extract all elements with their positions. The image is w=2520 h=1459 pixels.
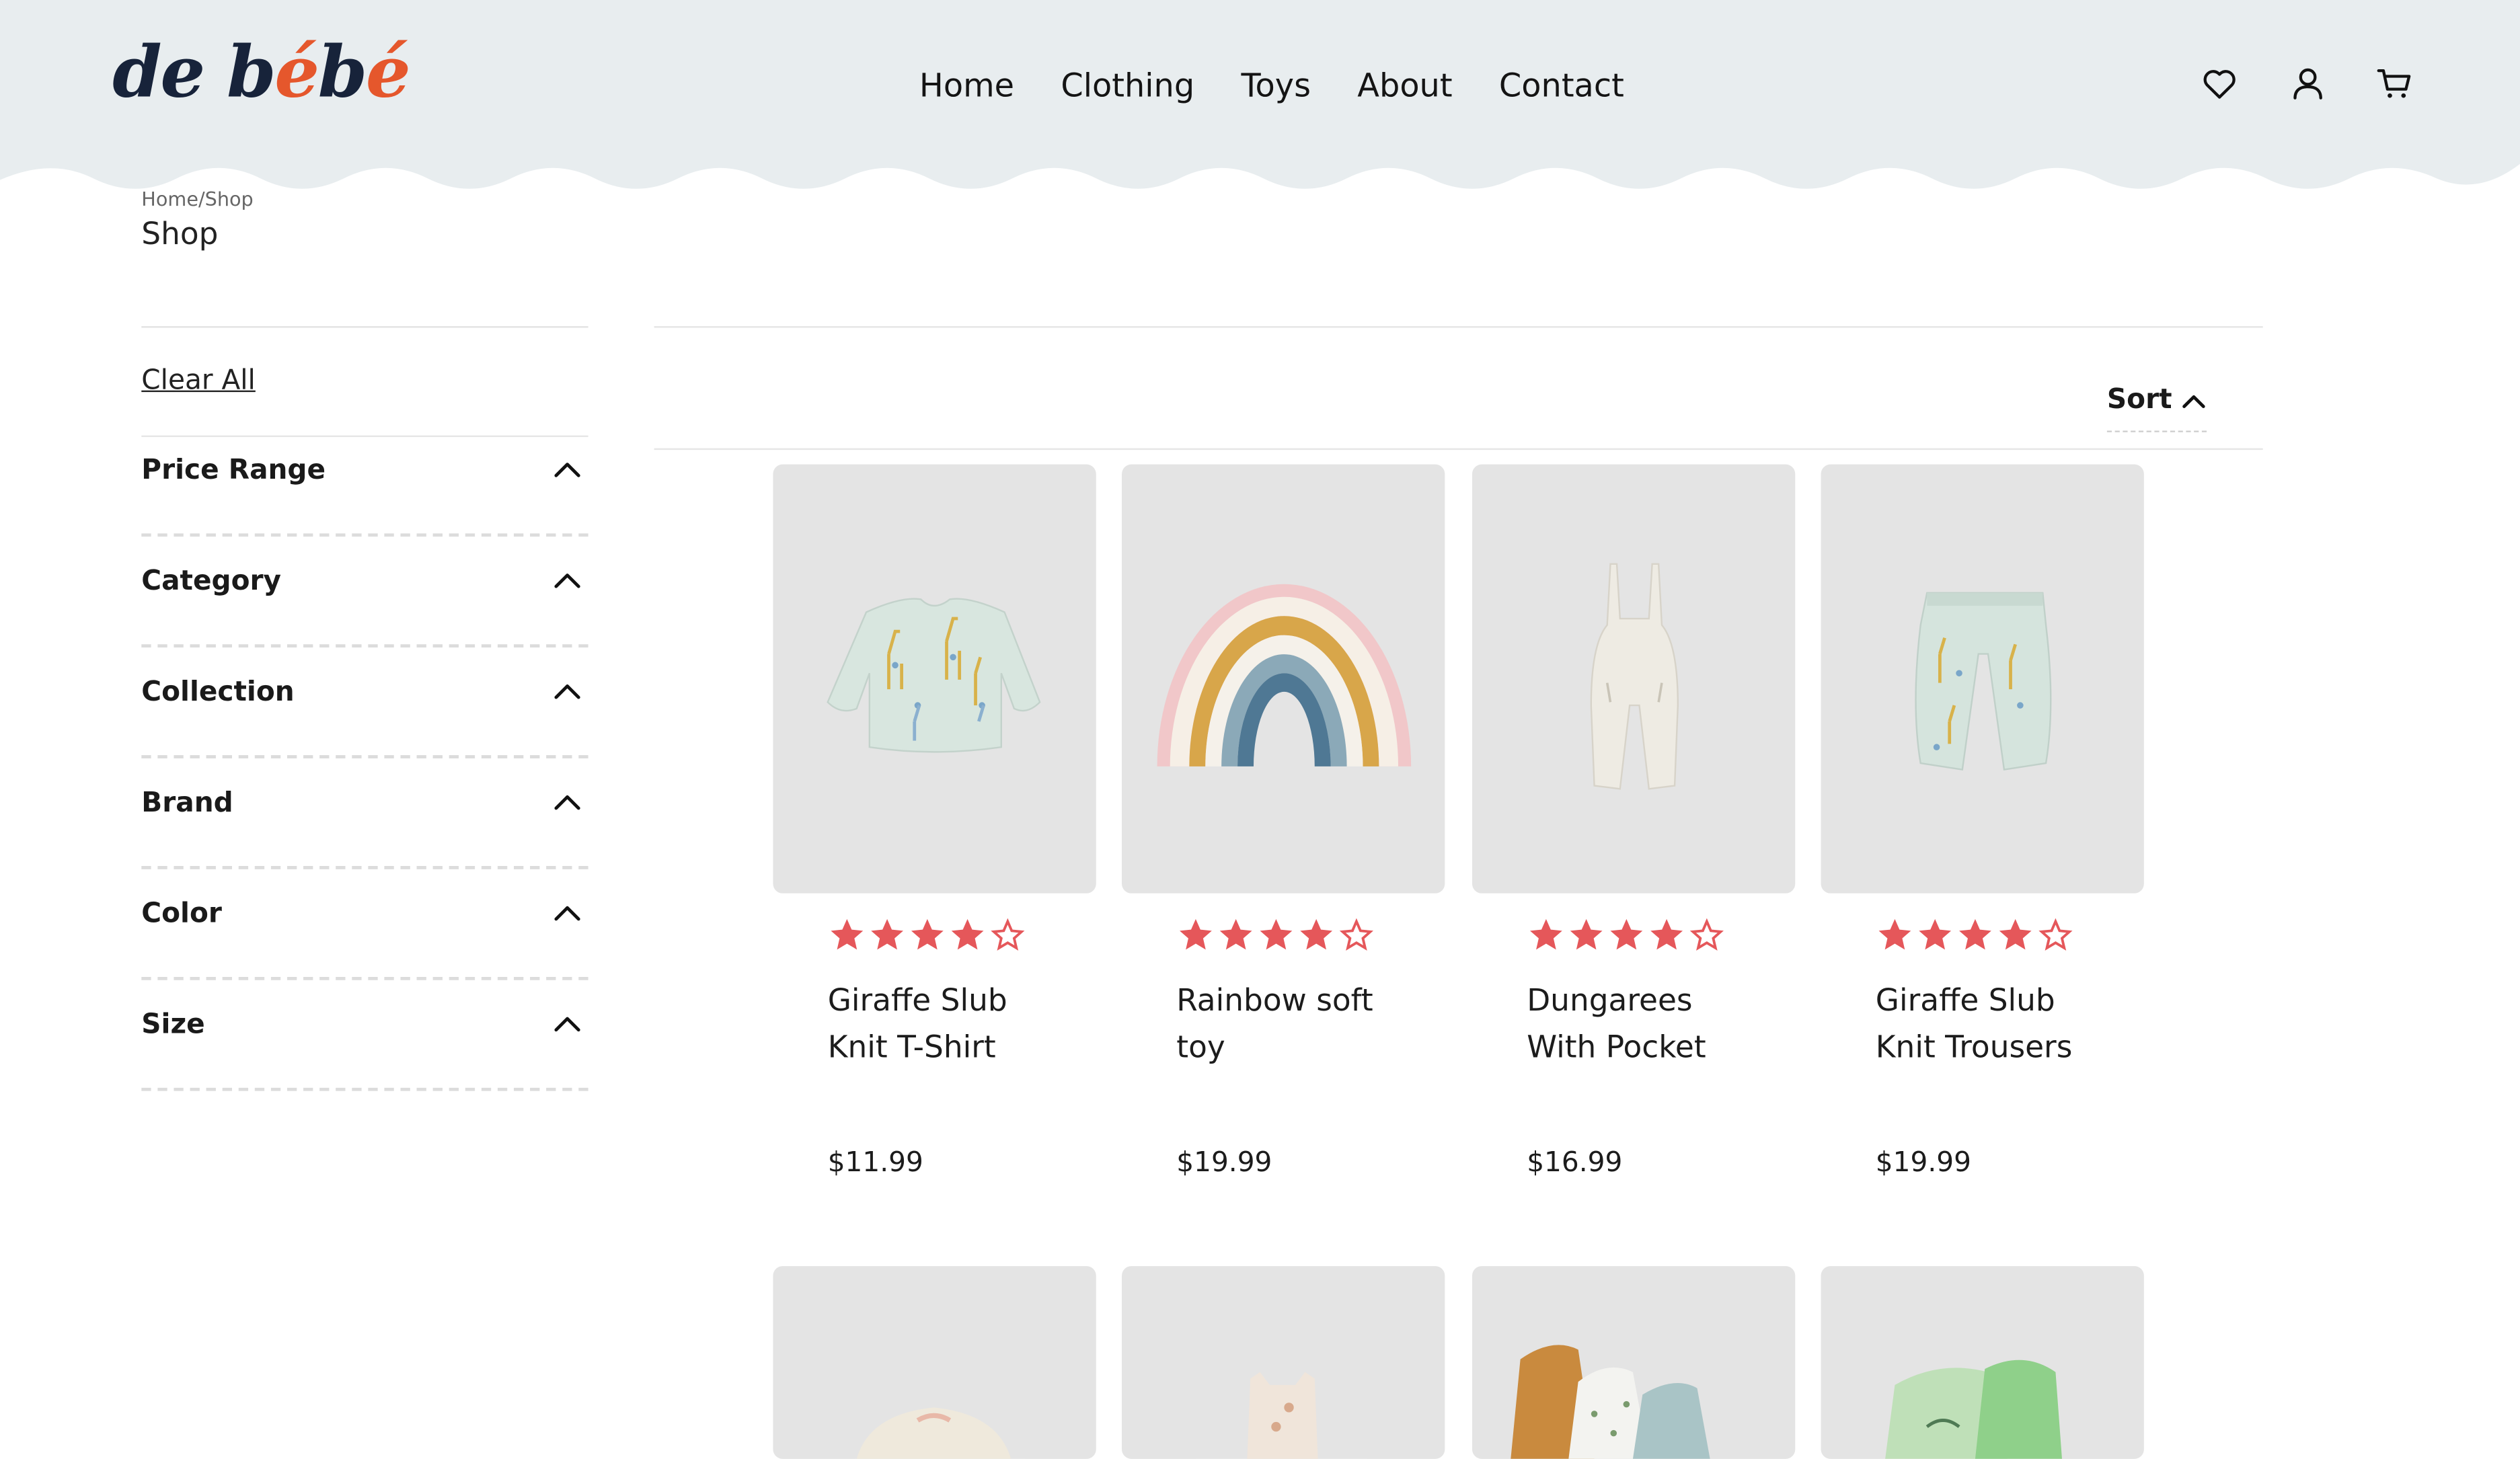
star-filled-icon (1180, 918, 1212, 950)
toolbar-divider (654, 326, 2263, 328)
rating-stars (1527, 916, 1726, 954)
product-image[interactable] (773, 464, 1096, 894)
chevron-up-icon (554, 906, 580, 921)
site-header: de bébé Home Clothing Toys About Contact (0, 0, 2520, 201)
chevron-up-icon (2183, 394, 2206, 407)
product-image[interactable] (1122, 1266, 1445, 1459)
chevron-up-icon (554, 463, 580, 477)
nav-contact[interactable]: Contact (1499, 65, 1624, 106)
product-price: $19.99 (1875, 1147, 1971, 1180)
product-price: $19.99 (1176, 1147, 1272, 1180)
filter-color[interactable]: Color (141, 867, 588, 980)
filter-label: Collection (141, 676, 295, 709)
chevron-up-icon (554, 574, 580, 588)
product-image[interactable] (1122, 464, 1445, 894)
filter-label: Price Range (141, 455, 326, 487)
filter-label: Category (141, 565, 282, 598)
main-nav: Home Clothing Toys About Contact (919, 65, 1671, 106)
product-price: $11.99 (827, 1147, 923, 1180)
sidebar-divider (141, 326, 588, 328)
star-filled-icon (1959, 918, 1991, 950)
star-filled-icon (911, 918, 944, 950)
star-filled-icon (1999, 918, 2032, 950)
chevron-up-icon (554, 684, 580, 699)
tshirt-image (827, 598, 1041, 753)
chevron-up-icon (554, 795, 580, 810)
heart-icon[interactable] (2200, 65, 2238, 103)
garment-set-image (1511, 1345, 1710, 1459)
dungarees-image (1590, 563, 1679, 790)
star-filled-icon (1919, 918, 1952, 950)
product-name[interactable]: Giraffe Slub Knit T-Shirt (828, 978, 1069, 1072)
rating-stars (1176, 916, 1375, 954)
garment-image (1247, 1372, 1318, 1459)
star-outline-icon (1339, 918, 1373, 951)
star-filled-icon (1260, 918, 1293, 950)
star-filled-icon (1219, 918, 1252, 950)
star-filled-icon (1300, 918, 1333, 950)
chevron-up-icon (554, 1017, 580, 1032)
brand-logo[interactable]: de bébé (112, 38, 411, 109)
filter-label: Color (141, 898, 222, 931)
rating-stars (1876, 916, 2075, 954)
product-image[interactable] (773, 1266, 1096, 1459)
trousers-image (1915, 592, 2052, 771)
product-name[interactable]: Giraffe Slub Knit Trousers (1876, 978, 2116, 1072)
star-filled-icon (1610, 918, 1643, 950)
garment-image (856, 1407, 1011, 1459)
product-image[interactable] (1472, 1266, 1796, 1459)
star-filled-icon (871, 918, 904, 950)
filter-label: Brand (141, 787, 233, 820)
star-outline-icon (2038, 918, 2073, 951)
star-filled-icon (831, 918, 864, 950)
filter-collection[interactable]: Collection (141, 646, 588, 758)
star-filled-icon (1570, 918, 1603, 950)
rating-stars (828, 916, 1027, 954)
star-filled-icon (1529, 918, 1562, 950)
toolbar-divider (654, 448, 2263, 450)
filter-category[interactable]: Category (141, 535, 588, 648)
star-filled-icon (1650, 918, 1683, 950)
filter-label: Size (141, 1009, 205, 1041)
filter-brand[interactable]: Brand (141, 757, 588, 869)
product-image[interactable] (1472, 464, 1796, 894)
rainbow-toy-image (1157, 584, 1412, 766)
breadcrumb[interactable]: Home/Shop (141, 188, 253, 210)
star-filled-icon (1878, 918, 1911, 950)
star-outline-icon (991, 918, 1025, 951)
page-title: Shop (141, 216, 219, 253)
product-image[interactable] (1821, 1266, 2144, 1459)
filter-price-range[interactable]: Price Range (141, 424, 588, 537)
nav-clothing[interactable]: Clothing (1061, 65, 1194, 106)
cart-icon[interactable] (2375, 65, 2414, 103)
product-image[interactable] (1821, 464, 2144, 894)
user-icon[interactable] (2289, 65, 2327, 103)
nav-home[interactable]: Home (919, 65, 1014, 106)
star-outline-icon (1689, 918, 1724, 951)
filter-size[interactable]: Size (141, 978, 588, 1091)
sort-button[interactable]: Sort (2106, 384, 2208, 432)
star-filled-icon (951, 918, 984, 950)
nav-about[interactable]: About (1357, 65, 1452, 106)
garment-set-image (1885, 1359, 2062, 1459)
sort-label: Sort (2106, 384, 2172, 416)
product-name[interactable]: Rainbow soft toy (1176, 978, 1417, 1072)
clear-all-link[interactable]: Clear All (141, 364, 256, 397)
product-price: $16.99 (1527, 1147, 1623, 1180)
nav-toys[interactable]: Toys (1241, 65, 1311, 106)
product-name[interactable]: Dungarees With Pocket (1527, 978, 1767, 1072)
